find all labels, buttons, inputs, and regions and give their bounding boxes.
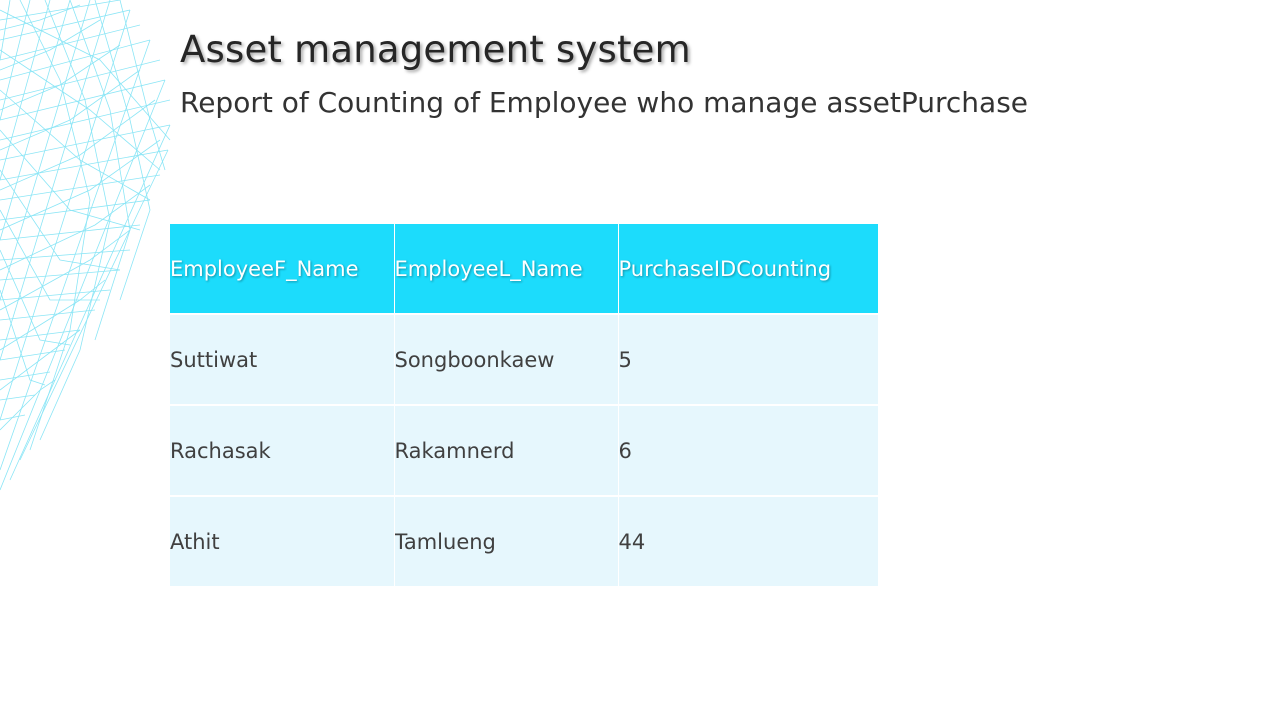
- cell-first-name: Rachasak: [170, 404, 394, 496]
- table-row: Athit Tamlueng 44: [170, 495, 878, 586]
- cell-last-name: Tamlueng: [393, 495, 618, 586]
- column-header-last-name: EmployeeL_Name: [393, 224, 618, 314]
- report-subtitle: Report of Counting of Employee who manag…: [180, 86, 1029, 119]
- column-header-purchase-count: PurchaseIDCounting: [617, 224, 878, 314]
- wireframe-decoration: [0, 0, 171, 491]
- cell-purchase-count: 44: [617, 495, 878, 586]
- cell-last-name: Rakamnerd: [393, 404, 618, 496]
- cell-first-name: Athit: [170, 495, 394, 586]
- cell-first-name: Suttiwat: [170, 313, 394, 405]
- report-table: EmployeeF_Name EmployeeL_Name PurchaseID…: [170, 224, 878, 586]
- column-header-first-name: EmployeeF_Name: [170, 224, 394, 314]
- cell-purchase-count: 6: [617, 404, 878, 496]
- cell-last-name: Songboonkaew: [393, 313, 618, 405]
- cell-purchase-count: 5: [617, 313, 878, 405]
- table-header-row: EmployeeF_Name EmployeeL_Name PurchaseID…: [170, 224, 878, 314]
- table-row: Rachasak Rakamnerd 6: [170, 404, 878, 496]
- page-title: Asset management system: [180, 28, 691, 71]
- table-row: Suttiwat Songboonkaew 5: [170, 313, 878, 405]
